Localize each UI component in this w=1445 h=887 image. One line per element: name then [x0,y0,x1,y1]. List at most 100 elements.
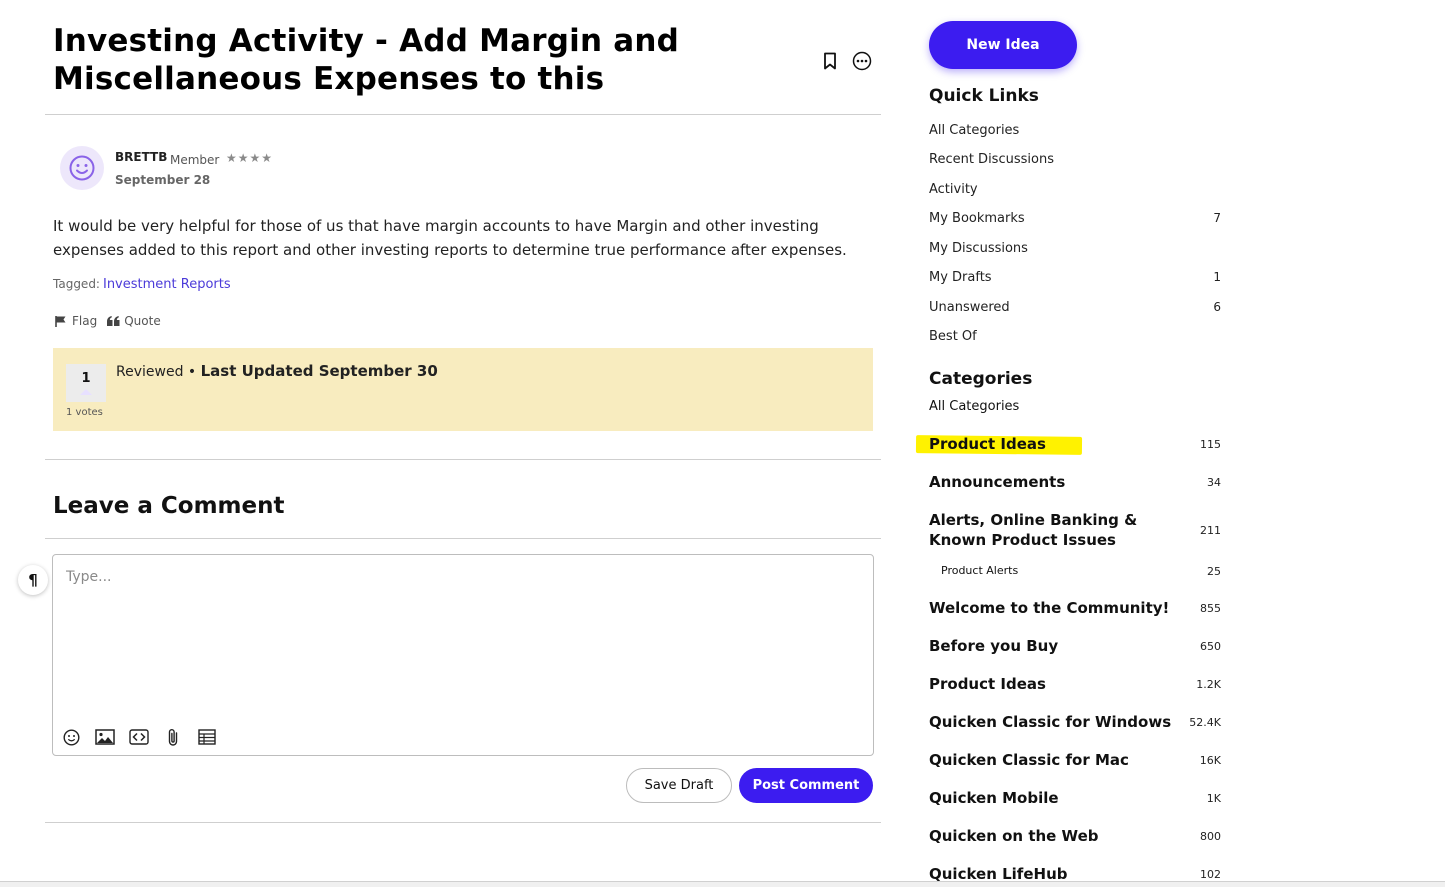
tags: Tagged: Investment Reports [53,277,231,292]
category-count: 34 [1207,475,1221,489]
bookmark-icon[interactable] [820,50,840,72]
category-product-ideas[interactable]: Product Ideas 115 [929,434,1221,454]
category-product-ideas-2[interactable]: Product Ideas 1.2K [929,674,1221,694]
category-alerts-online-banking[interactable]: Alerts, Online Banking & Known Product I… [929,510,1221,550]
category-label: Product Ideas [929,675,1046,693]
category-quicken-web[interactable]: Quicken on the Web 800 [929,826,1221,846]
comment-editor [52,554,874,756]
tagged-label: Tagged: [53,277,100,291]
quick-link-label: Activity [929,182,978,197]
smiley-avatar-icon [69,155,95,181]
leave-comment-heading: Leave a Comment [53,493,285,519]
status-last-updated: Last Updated September 30 [200,362,438,380]
category-count: 102 [1200,867,1221,881]
category-before-you-buy[interactable]: Before you Buy 650 [929,636,1221,656]
comment-input[interactable] [66,569,856,719]
category-label: All Categories [929,399,1020,414]
vote-count: 1 [81,371,91,386]
new-idea-button[interactable]: New Idea [929,21,1077,69]
quick-link-my-bookmarks[interactable]: My Bookmarks 7 [929,211,1221,226]
quick-link-recent-discussions[interactable]: Recent Discussions [929,152,1221,167]
status-reviewed: Reviewed [116,364,184,380]
quick-link-label: Best Of [929,329,977,344]
more-options-icon[interactable] [852,50,872,72]
window-bottom-edge [0,881,1445,887]
post-actions: Flag Quote [54,314,161,328]
category-count: 855 [1200,601,1221,615]
image-icon[interactable] [95,727,115,747]
code-embed-icon[interactable] [129,727,149,747]
upvote-arrow-icon [80,389,92,395]
author-name[interactable]: BRETTB [115,150,167,164]
title-actions [820,50,872,72]
rank-stars: ★★★★ [226,151,274,165]
quote-label: Quote [124,314,161,328]
category-product-alerts[interactable]: Product Alerts 25 [929,561,1221,581]
category-count: 211 [1200,523,1221,537]
category-quicken-mobile[interactable]: Quicken Mobile 1K [929,788,1221,808]
attachment-icon[interactable] [163,727,183,747]
category-count: 800 [1200,829,1221,843]
quick-link-all-categories[interactable]: All Categories [929,123,1221,138]
category-label: Quicken on the Web [929,827,1099,845]
category-label: Quicken Mobile [929,789,1059,807]
pilcrow-icon: ¶ [28,571,38,589]
comment-footer-divider [45,822,881,823]
category-count: 16K [1199,753,1221,767]
category-count: 1K [1206,791,1221,805]
tag-link-investment-reports[interactable]: Investment Reports [103,277,231,292]
post-body: It would be very helpful for those of us… [53,217,847,259]
category-count: 1.2K [1196,677,1221,691]
quick-link-count: 7 [1213,211,1221,225]
flag-icon [55,315,66,327]
category-quicken-classic-windows[interactable]: Quicken Classic for Windows 52.4K [929,712,1221,732]
paragraph-format-button[interactable]: ¶ [18,565,48,595]
category-label: Product Alerts [941,564,1019,577]
status-text: Reviewed • Last Updated September 30 [116,362,438,380]
author-role: Member [170,153,220,167]
title-divider [45,114,881,115]
votes-label: 1 votes [66,407,103,418]
flag-button[interactable]: Flag [54,314,97,328]
quick-link-my-discussions[interactable]: My Discussions [929,241,1221,256]
category-label: Before you Buy [929,637,1059,655]
editor-toolbar [61,727,217,747]
status-separator: • [187,364,197,380]
quick-link-count: 6 [1213,300,1221,314]
category-count: 650 [1200,639,1221,653]
flag-label: Flag [72,314,98,328]
category-count: 52.4K [1189,715,1221,729]
table-icon[interactable] [197,727,217,747]
quick-link-activity[interactable]: Activity [929,182,1221,197]
quote-button[interactable]: Quote [107,314,161,328]
categories-heading: Categories [929,369,1033,389]
category-count: 115 [1200,437,1221,451]
category-label: Welcome to the Community! [929,599,1170,617]
category-label: Announcements [929,473,1066,491]
category-quicken-classic-mac[interactable]: Quicken Classic for Mac 16K [929,750,1221,770]
category-label: Alerts, Online Banking & Known Product I… [929,511,1138,549]
quick-link-label: My Discussions [929,241,1028,256]
post-date[interactable]: September 28 [115,173,210,187]
quick-link-my-drafts[interactable]: My Drafts 1 [929,270,1221,285]
emoji-icon[interactable] [61,727,81,747]
upvote-button[interactable]: 1 [66,364,106,402]
save-draft-button[interactable]: Save Draft [626,768,732,803]
quick-link-label: My Bookmarks [929,211,1025,226]
quick-link-label: My Drafts [929,270,992,285]
quick-link-best-of[interactable]: Best Of [929,329,1221,344]
category-announcements[interactable]: Announcements 34 [929,472,1221,492]
category-label: Quicken Classic for Windows [929,713,1172,731]
quick-link-count: 1 [1213,270,1221,284]
post-comment-button[interactable]: Post Comment [739,768,873,803]
category-all-categories[interactable]: All Categories [929,397,1221,417]
comment-heading-divider [45,538,881,539]
quick-link-unanswered[interactable]: Unanswered 6 [929,300,1221,315]
category-welcome[interactable]: Welcome to the Community! 855 [929,598,1221,618]
category-count: 25 [1207,564,1221,578]
idea-status-panel: 1 1 votes Reviewed • Last Updated Septem… [53,348,873,431]
avatar[interactable] [60,146,104,190]
post-title: Investing Activity - Add Margin and Misc… [53,23,679,97]
quote-icon [107,315,120,326]
post-divider [45,459,881,460]
